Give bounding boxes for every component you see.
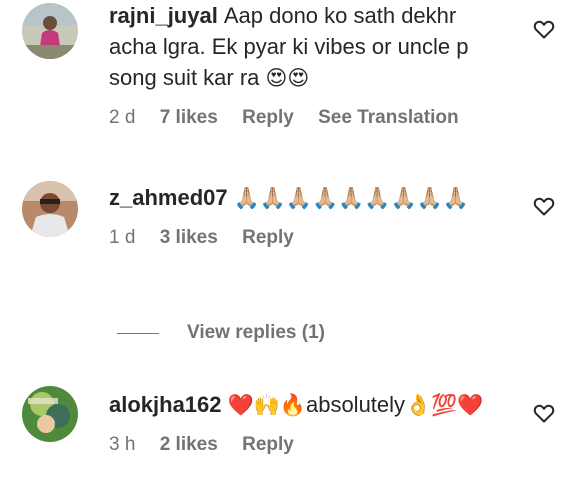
- likes-count[interactable]: 2 likes: [160, 434, 218, 455]
- comment-time: 3 h: [109, 434, 136, 455]
- avatar[interactable]: [22, 3, 78, 59]
- see-translation-link[interactable]: See Translation: [318, 107, 458, 128]
- avatar[interactable]: [22, 181, 78, 237]
- comment-username[interactable]: z_ahmed07: [109, 185, 228, 210]
- view-replies-label[interactable]: View replies (1): [187, 320, 325, 346]
- comment-username[interactable]: alokjha162: [109, 392, 222, 417]
- heart-outline-icon[interactable]: [532, 401, 556, 425]
- comment-username[interactable]: rajni_juyal: [109, 3, 218, 28]
- view-replies-button[interactable]: View replies (1): [117, 320, 417, 346]
- comment-text: rajni_juyal Aap dono ko sath dekhr acha l…: [109, 0, 504, 94]
- likes-count[interactable]: 7 likes: [160, 107, 218, 128]
- reply-button[interactable]: Reply: [242, 227, 294, 248]
- heart-outline-icon[interactable]: [532, 194, 556, 218]
- comment-emojis: 🙏🏼🙏🏼🙏🏼🙏🏼🙏🏼🙏🏼🙏🏼🙏🏼🙏🏼: [233, 186, 469, 210]
- comment-meta: 2 d 7 likes Reply See Translation: [109, 106, 504, 130]
- comment-text: z_ahmed07 🙏🏼🙏🏼🙏🏼🙏🏼🙏🏼🙏🏼🙏🏼🙏🏼🙏🏼: [109, 182, 504, 214]
- reply-button[interactable]: Reply: [242, 107, 294, 128]
- avatar[interactable]: [22, 386, 78, 442]
- comment-meta: 3 h 2 likes Reply: [109, 433, 504, 457]
- divider-line: [117, 333, 159, 334]
- likes-count[interactable]: 3 likes: [160, 227, 218, 248]
- comment-time: 2 d: [109, 107, 136, 128]
- comment-text: alokjha162 ❤️🙌🔥absolutely👌💯❤️: [109, 389, 504, 421]
- comment-body: absolutely: [305, 392, 406, 417]
- comment-emojis-after: 👌💯❤️: [405, 393, 484, 417]
- comment-time: 1 d: [109, 227, 136, 248]
- comment-emojis: 😍😍: [265, 66, 310, 90]
- comment-meta: 1 d 3 likes Reply: [109, 226, 504, 250]
- heart-outline-icon[interactable]: [532, 17, 556, 41]
- comment-emojis-before: ❤️🙌🔥: [227, 393, 306, 417]
- reply-button[interactable]: Reply: [242, 434, 294, 455]
